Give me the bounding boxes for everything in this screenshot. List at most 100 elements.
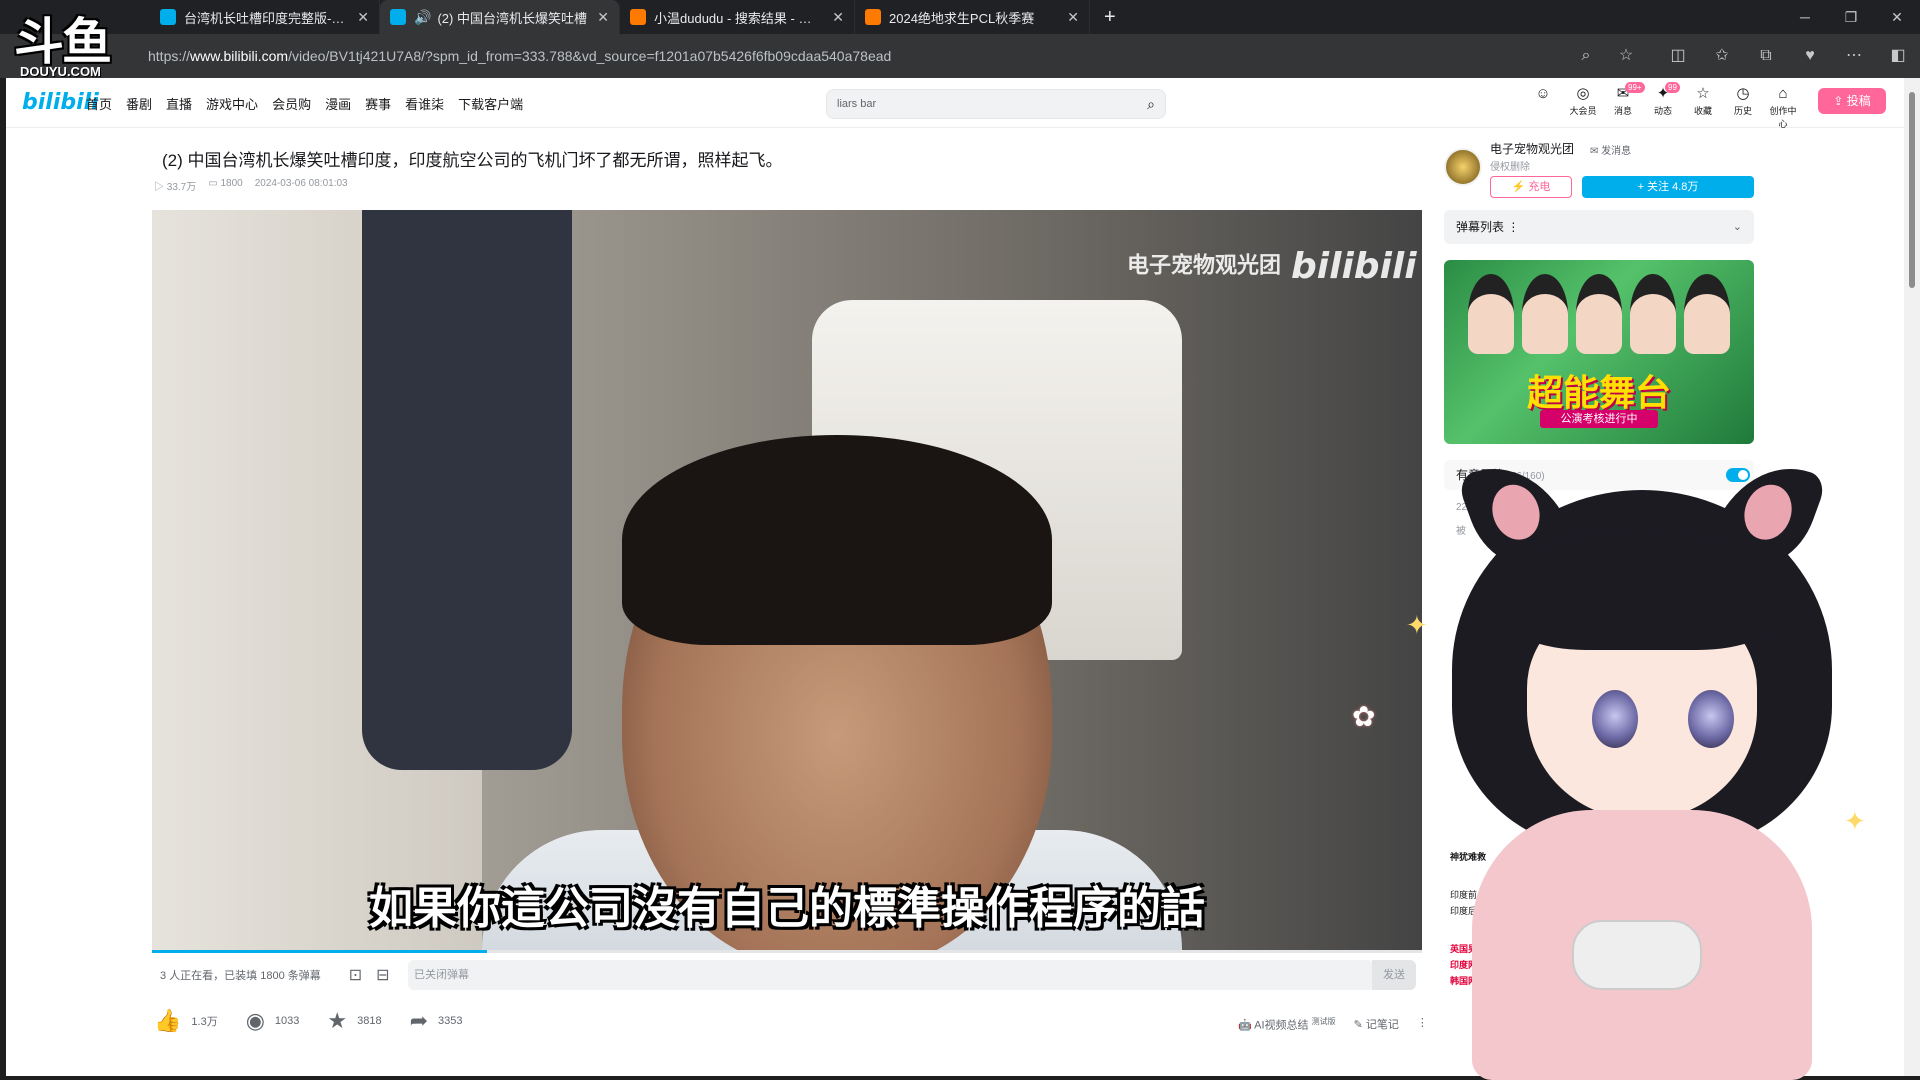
flower-icon: ✿	[1352, 701, 1376, 732]
right-actions: 🤖 AI视频总结 测试版 ✎ 记笔记 ⋮	[1238, 1016, 1428, 1033]
sparkle-icon: ✦	[1844, 806, 1866, 836]
sparkle-icon: ✦	[1406, 610, 1428, 640]
danmaku-count: ▭ 1800	[208, 178, 243, 189]
vtuber-overlay	[1432, 447, 1852, 1080]
favorites-icon[interactable]: ✩	[1710, 44, 1734, 68]
up-description: 侵权删除	[1490, 162, 1530, 173]
nav-download[interactable]: 下载客户端	[458, 94, 523, 113]
more-icon[interactable]: ⋯	[1842, 44, 1866, 68]
tab-title: 2024绝地求生PCL秋季赛	[889, 10, 1035, 26]
message-icon[interactable]: ✉ 99+ 消息	[1608, 82, 1645, 130]
nav-live[interactable]: 直播	[166, 94, 192, 113]
creator-icon[interactable]: ⌂ 创作中心	[1768, 84, 1798, 130]
follow-button[interactable]: + 关注 4.8万	[1582, 176, 1754, 198]
url-host: www.bilibili.com	[190, 48, 289, 64]
danmaku-settings-icon[interactable]: ⊟	[376, 965, 389, 985]
vtuber-bangs	[1502, 530, 1782, 650]
progress-bar[interactable]	[152, 950, 1422, 953]
video-player[interactable]: 电子宠物观光团 bilibili 如果你這公司沒有自己的標準操作程序的話	[152, 210, 1422, 950]
tab-3[interactable]: 小温dududu - 搜索结果 - 斗鱼直 ✕	[620, 0, 855, 34]
site-header: bilibili 首页 番剧 直播 游戏中心 会员购 漫画 赛事 看谁柒 下载客…	[6, 78, 1904, 130]
url-field[interactable]: https://www.bilibili.com/video/BV1tj421U…	[138, 40, 1638, 72]
thumb-up-icon: 👍	[154, 1008, 182, 1033]
minimize-icon[interactable]: ─	[1782, 0, 1828, 34]
up-name[interactable]: 电子宠物观光团	[1490, 140, 1574, 157]
nav-promo[interactable]: 看谁柒	[405, 94, 444, 113]
danmaku-list-toggle[interactable]: 弹幕列表 ⋮ ⌄	[1444, 210, 1754, 244]
action-bar: 👍 1.3万 ◉ 1033 ★ 3818 ➦ 3353	[154, 1008, 463, 1034]
dynamic-icon[interactable]: ✦ 99 动态	[1648, 82, 1680, 130]
new-tab-button[interactable]: +	[1104, 6, 1116, 29]
scroll-thumb[interactable]	[1909, 92, 1915, 288]
vip-icon[interactable]: ◎ 大会员	[1568, 84, 1598, 130]
star-fill-icon: ★	[327, 1008, 348, 1033]
history-icon[interactable]: ◷ 历史	[1728, 84, 1758, 130]
ad-banner[interactable]: 超能舞台 公演考核进行中	[1444, 260, 1754, 444]
up-avatar[interactable]	[1444, 148, 1482, 186]
tab-4[interactable]: 2024绝地求生PCL秋季赛 ✕	[855, 0, 1090, 34]
favorites-star-icon[interactable]: ☆ 收藏	[1688, 84, 1718, 130]
douyu-tab-icon	[865, 9, 881, 25]
gamepad-icon	[1572, 920, 1702, 990]
video-watermark: 电子宠物观光团 bilibili	[1127, 246, 1417, 287]
nav-home[interactable]: 首页	[86, 94, 112, 113]
share-icon: ➦	[409, 1008, 429, 1033]
like-button[interactable]: 👍 1.3万	[154, 1008, 218, 1034]
close-icon[interactable]: ✕	[357, 9, 369, 26]
nav-games[interactable]: 游戏中心	[206, 94, 258, 113]
nav-esports[interactable]: 赛事	[365, 94, 391, 113]
collections-icon[interactable]: ⧉	[1754, 44, 1778, 68]
bilibili-tab-icon	[160, 9, 176, 25]
close-window-icon[interactable]: ✕	[1874, 0, 1920, 34]
coin-button[interactable]: ◉ 1033	[246, 1008, 300, 1034]
top-nav: 首页 番剧 直播 游戏中心 会员购 漫画 赛事 看谁柒 下载客户端	[86, 78, 523, 128]
tab-1[interactable]: 台湾机长吐槽印度完整版-哔哩哔 ✕	[150, 0, 380, 34]
tab-title: 台湾机长吐槽印度完整版-哔哩哔	[184, 10, 349, 26]
page-scrollbar[interactable]	[1904, 78, 1920, 1076]
douyu-domain: DOUYU.COM	[20, 64, 101, 79]
share-button[interactable]: ➦ 3353	[410, 1008, 463, 1034]
speaker-icon[interactable]: 🔊	[414, 9, 431, 26]
avatar[interactable]: ☺	[1528, 84, 1558, 130]
coin-icon: ◉	[245, 1008, 265, 1033]
charge-button[interactable]: ⚡ 充电	[1490, 176, 1572, 198]
ad-subtitle: 公演考核进行中	[1540, 410, 1658, 428]
video-subtitle: 如果你這公司沒有自己的標準操作程序的話	[369, 884, 1205, 933]
video-meta: ▷ 33.7万 ▭ 1800 2024-03-06 08:01:03	[154, 178, 348, 193]
close-icon[interactable]: ✕	[832, 9, 844, 26]
ad-title: 超能舞台	[1526, 372, 1671, 413]
url-prefix: https://	[148, 48, 191, 64]
douyu-watermark: 斗鱼 DOUYU.COM	[14, 2, 134, 79]
video-panel	[362, 210, 572, 770]
nav-shop[interactable]: 会员购	[272, 94, 311, 113]
favorite-button[interactable]: ★ 3818	[327, 1008, 381, 1034]
more-options-icon[interactable]: ⋮	[1417, 1016, 1428, 1033]
extensions-icon[interactable]: ♥	[1798, 44, 1822, 68]
message-up-button[interactable]: ✉ 发消息	[1590, 142, 1631, 157]
watching-count: 3 人正在看，已装填 1800 条弹幕	[160, 970, 321, 982]
sidebar-icon[interactable]: ◧	[1886, 44, 1910, 68]
tab-2[interactable]: 🔊 (2) 中国台湾机长爆笑吐槽 ✕	[380, 0, 620, 34]
tab-bar: 台湾机长吐槽印度完整版-哔哩哔 ✕ 🔊 (2) 中国台湾机长爆笑吐槽 ✕ 小温d…	[0, 0, 1920, 34]
tab-title: (2) 中国台湾机长爆笑吐槽	[437, 10, 587, 26]
zoom-icon[interactable]: ⌕	[1574, 44, 1598, 68]
search-icon[interactable]: ⌕	[1147, 90, 1155, 118]
ai-summary-button[interactable]: 🤖 AI视频总结 测试版	[1238, 1016, 1336, 1033]
notes-button[interactable]: ✎ 记笔记	[1354, 1016, 1399, 1033]
close-icon[interactable]: ✕	[597, 9, 609, 26]
nav-anime[interactable]: 番剧	[126, 94, 152, 113]
nav-manga[interactable]: 漫画	[325, 94, 351, 113]
close-icon[interactable]: ✕	[1067, 9, 1079, 26]
danmaku-input[interactable]: 已关闭弹幕	[408, 960, 1374, 990]
ad-people	[1468, 274, 1730, 354]
publish-date: 2024-03-06 08:01:03	[254, 178, 348, 189]
send-button[interactable]: 发送	[1372, 960, 1416, 990]
video-hair	[622, 435, 1052, 645]
header-icons: ☺ ◎ 大会员 ✉ 99+ 消息 ✦ 99 动态 ☆ 收藏 ◷ 历史 ⌂ 创作中心	[1528, 82, 1798, 130]
danmaku-toggle-icon[interactable]: ⊡	[349, 965, 362, 985]
upload-button[interactable]: ⇪ 投稿	[1818, 88, 1886, 114]
split-screen-icon[interactable]: ◫	[1666, 44, 1690, 68]
star-icon[interactable]: ☆	[1614, 44, 1638, 68]
restore-icon[interactable]: ❐	[1828, 0, 1874, 34]
search-input[interactable]: liars bar ⌕	[826, 89, 1166, 119]
